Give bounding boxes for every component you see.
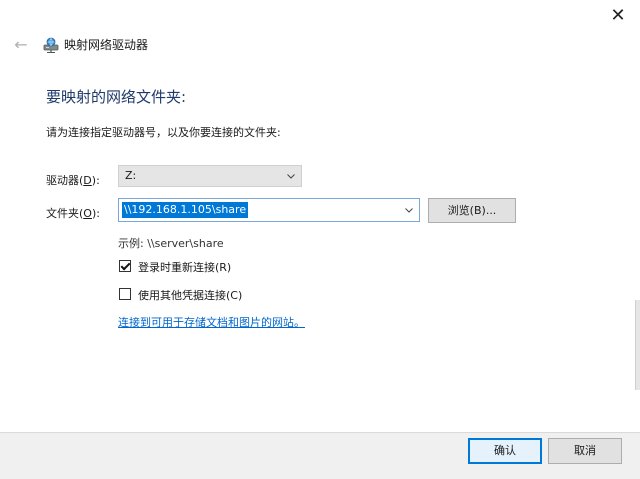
close-button[interactable]: ✕ <box>604 4 632 28</box>
ok-button[interactable]: 确认 <box>468 438 542 464</box>
background-window-edge <box>0 64 6 124</box>
instruction-text: 请为连接指定驱动器号，以及你要连接的文件夹: <box>46 126 281 139</box>
drive-label-prefix: 驱动器( <box>46 174 84 187</box>
background-window-strip <box>635 300 640 390</box>
cancel-button[interactable]: 取消 <box>548 438 622 464</box>
drive-label: 驱动器(D): <box>46 172 100 188</box>
folder-input-value: \\192.168.1.105\share <box>122 202 249 218</box>
back-arrow-icon[interactable]: ← <box>12 36 30 54</box>
storage-website-link[interactable]: 连接到可用于存储文档和图片的网站。 <box>118 314 305 330</box>
button-bar <box>0 432 640 479</box>
folder-label-key: O <box>83 207 92 220</box>
other-credentials-label[interactable]: 使用其他凭据连接(C) <box>138 287 242 303</box>
browse-button[interactable]: 浏览(B)... <box>428 198 516 223</box>
chevron-down-icon <box>287 174 295 179</box>
drive-select-value: Z: <box>125 169 137 182</box>
chevron-down-icon[interactable] <box>405 206 413 214</box>
page-heading: 要映射的网络文件夹: <box>46 88 187 106</box>
drive-label-suffix: ): <box>91 174 100 187</box>
window-title: 映射网络驱动器 <box>64 38 149 52</box>
folder-label: 文件夹(O): <box>46 205 100 221</box>
folder-input[interactable]: \\192.168.1.105\share <box>118 198 420 222</box>
example-text: 示例: \\server\share <box>118 237 224 250</box>
drive-label-key: D <box>83 174 92 187</box>
network-drive-icon <box>42 37 60 53</box>
folder-label-suffix: ): <box>91 207 100 220</box>
reconnect-checkbox[interactable] <box>119 260 131 272</box>
reconnect-label[interactable]: 登录时重新连接(R) <box>138 259 231 275</box>
folder-label-prefix: 文件夹( <box>46 207 84 220</box>
map-network-drive-dialog: ✕ ← 映射网络驱动器 要映射的网络文件夹: 请为连接指定驱动器号，以及你要连接… <box>0 0 640 479</box>
drive-select[interactable]: Z: <box>118 165 302 187</box>
other-credentials-checkbox[interactable] <box>119 288 131 300</box>
